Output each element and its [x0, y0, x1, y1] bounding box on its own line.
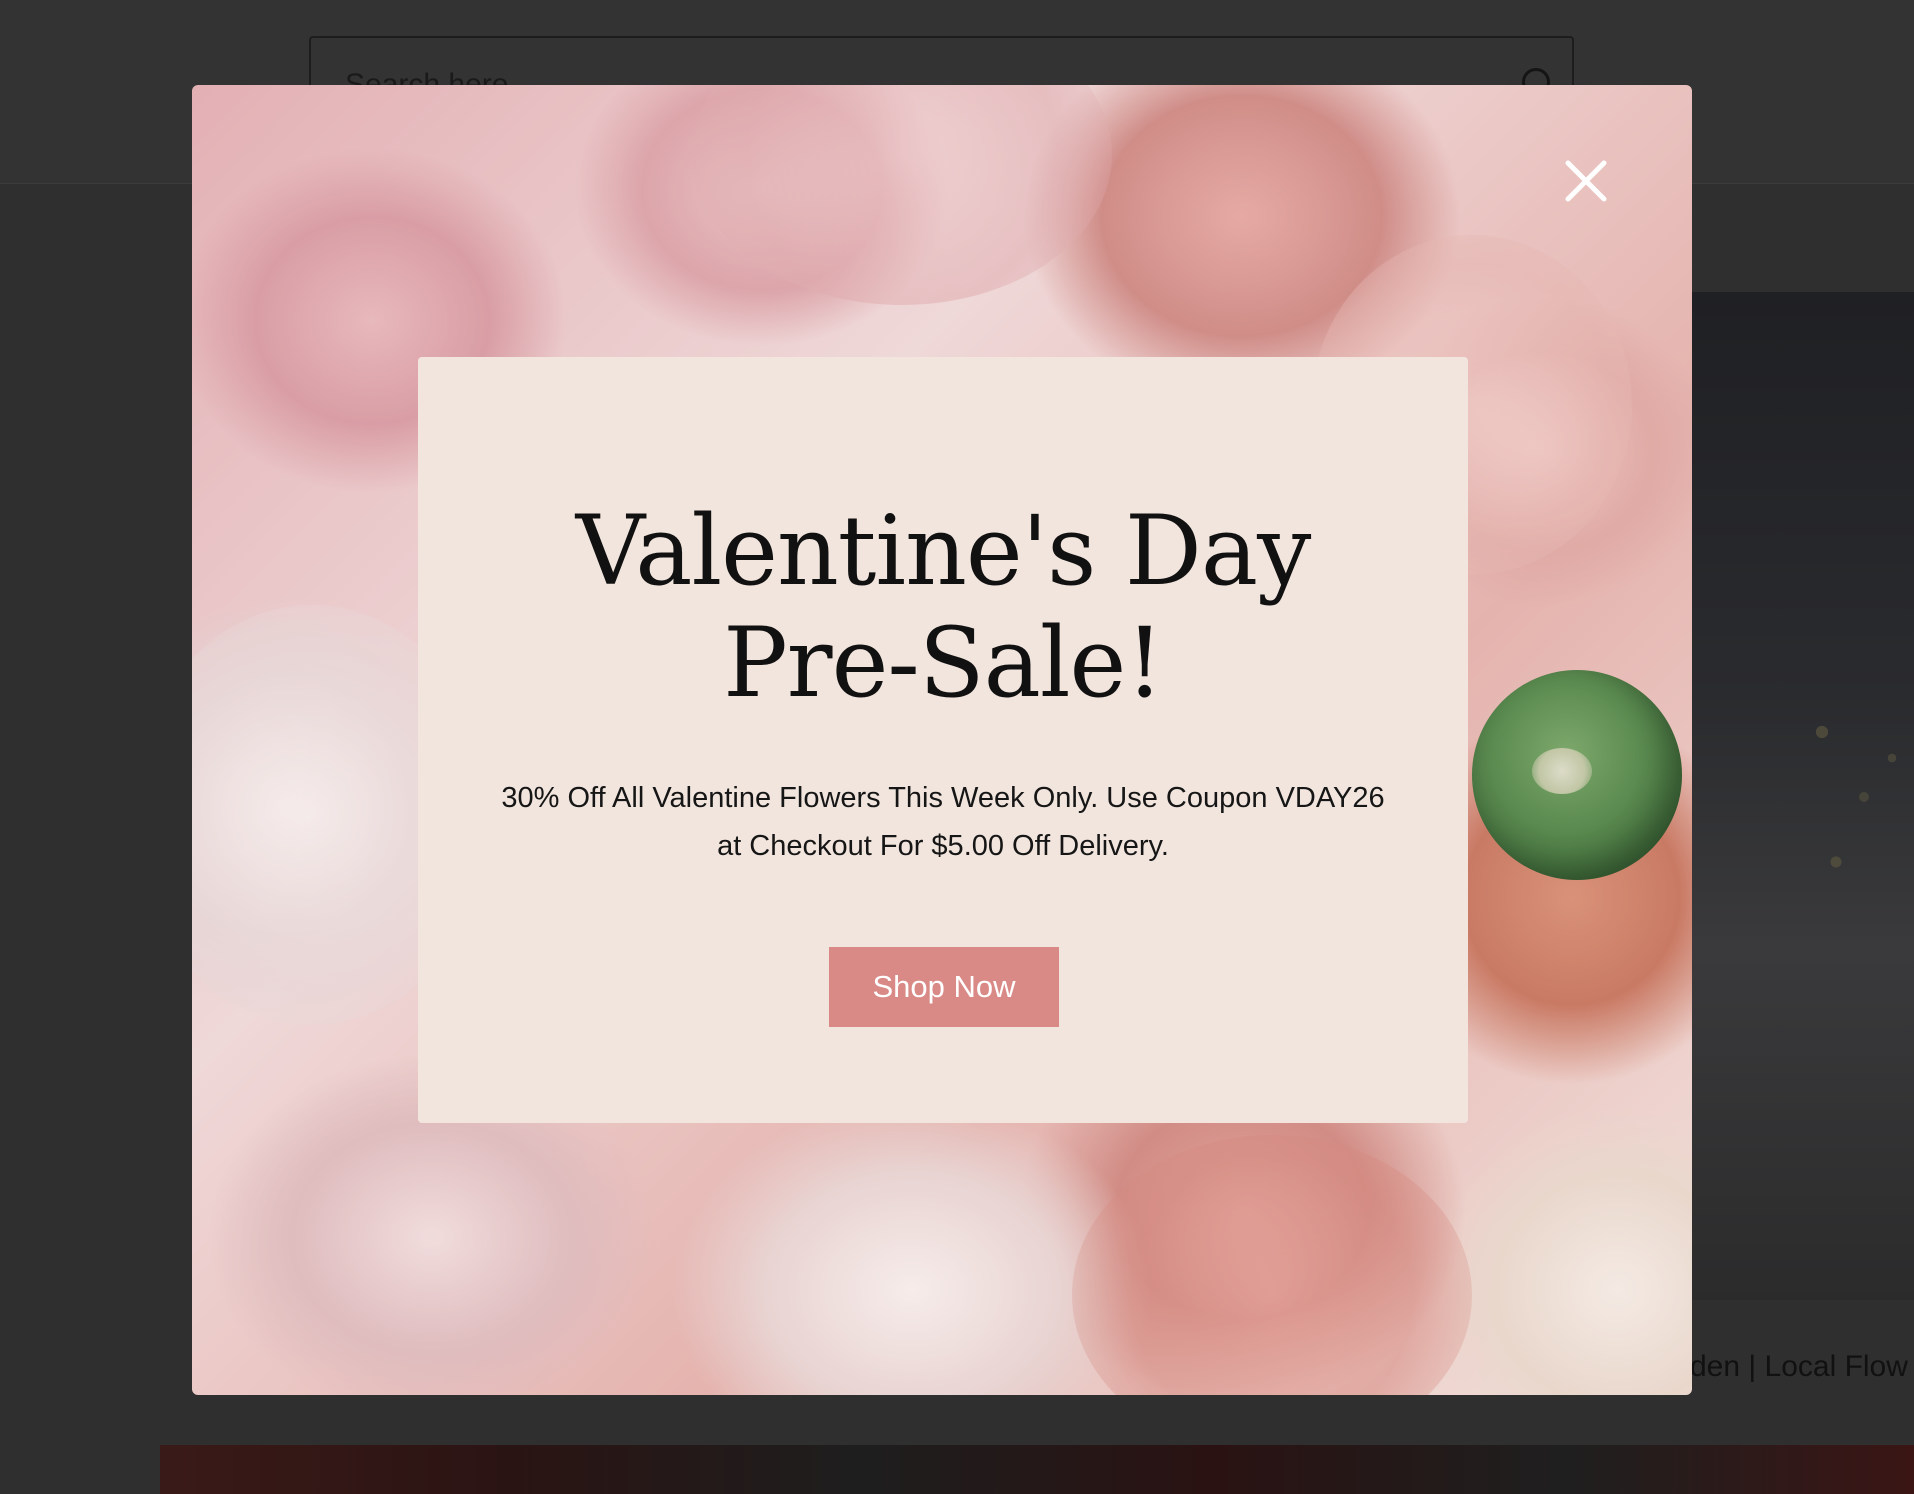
page: Search here den | Local Flow Valentine's… — [0, 0, 1914, 1494]
promo-title: Valentine's Day Pre-Sale! — [575, 495, 1312, 719]
promo-description: 30% Off All Valentine Flowers This Week … — [501, 782, 1385, 862]
flower-petal — [692, 85, 1112, 305]
flower-bud — [1472, 670, 1682, 880]
close-icon — [1565, 160, 1607, 202]
product-title-partial: den | Local Flow — [1690, 1350, 1908, 1383]
product-image-strip — [160, 1445, 1914, 1494]
close-button[interactable] — [1556, 151, 1616, 211]
flower-petal — [1072, 1135, 1472, 1395]
promo-card: Valentine's Day Pre-Sale! 30% Off All Va… — [418, 357, 1468, 1123]
hero-branch-decoration — [1780, 680, 1914, 940]
promo-popup: Valentine's Day Pre-Sale! 30% Off All Va… — [192, 85, 1692, 1395]
shop-now-button[interactable]: Shop Now — [829, 947, 1059, 1027]
